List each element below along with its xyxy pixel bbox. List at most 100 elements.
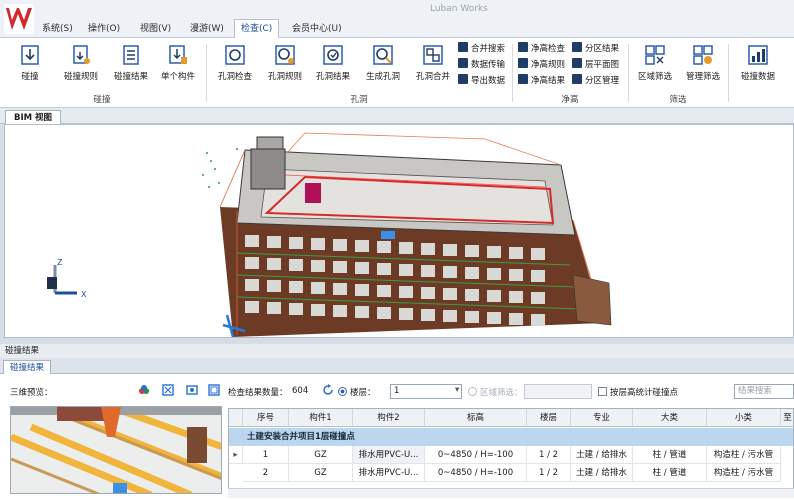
manage-filter-button[interactable]: 管理筛选 <box>682 44 724 82</box>
merge-search-button[interactable]: 合并搜索 <box>458 42 505 56</box>
floor-select[interactable]: 1 <box>390 384 462 399</box>
menu-tab-system[interactable]: 系统(S) <box>36 20 79 38</box>
clash-rules-button[interactable]: 碰撞规则 <box>58 44 104 82</box>
single-component-icon <box>169 45 187 64</box>
clearance-check-button[interactable]: 净高检查 <box>518 42 565 56</box>
ribbon: 碰撞 碰撞规则 碰撞结果 单个构件 碰撞 孔洞检查 孔洞规则 孔洞结果 生成孔洞… <box>0 38 794 108</box>
clash-group-label: 碰撞 <box>93 95 111 105</box>
clash-results-table: 序号 构件1 构件2 标高 楼层 专业 大类 小类 至 土建安装合并项目1层碰撞… <box>228 408 794 498</box>
generate-hole-button[interactable]: 生成孔洞 <box>362 44 404 82</box>
divider <box>512 44 513 102</box>
menu-tab-operation[interactable]: 操作(O) <box>82 20 126 38</box>
clash-data-button[interactable]: 碰撞数据 <box>736 44 780 82</box>
cell-component1: GZ <box>289 446 353 464</box>
tab-bim-view[interactable]: BIM 视图 <box>5 110 62 124</box>
row-indicator-header <box>229 409 243 427</box>
bim-viewport[interactable]: Z X <box>4 124 794 338</box>
hole-group-label: 孔洞 <box>350 95 368 105</box>
menu-tab-roam[interactable]: 漫游(W) <box>184 20 230 38</box>
clash-marker <box>381 231 395 239</box>
cell-component2: 排水用PVC-U... <box>353 446 425 464</box>
column-header[interactable]: 序号 <box>243 409 289 427</box>
hole-rules-button[interactable]: 孔洞规则 <box>264 44 306 82</box>
data-transfer-icon <box>458 58 468 68</box>
column-header[interactable]: 大类 <box>633 409 707 427</box>
hole-results-button[interactable]: 孔洞结果 <box>312 44 354 82</box>
zone-management-button[interactable]: 分区管理 <box>572 74 619 88</box>
column-header[interactable]: 构件2 <box>353 409 425 427</box>
result-search-input[interactable]: 结果搜索 <box>734 384 794 399</box>
cell-floor: 1 / 2 <box>527 464 571 482</box>
hole-check-button[interactable]: 孔洞检查 <box>214 44 256 82</box>
clearance-results-button[interactable]: 净高结果 <box>518 74 565 88</box>
three-d-preview[interactable] <box>10 406 222 494</box>
floor-stat-checkbox[interactable] <box>598 387 607 396</box>
result-filter-bar: 三维预览： 检查结果数量： 604 楼层： 1 ▾ 区域筛选： 按层高统计碰撞点… <box>0 378 794 406</box>
floor-filter-option[interactable]: 楼层： <box>338 386 376 398</box>
single-component-button[interactable]: 单个构件 <box>158 44 198 82</box>
refresh-icon[interactable] <box>322 384 334 396</box>
floor-plan-button[interactable]: 层平面图 <box>572 58 619 72</box>
view-tab-strip: BIM 视图 <box>0 108 794 124</box>
cell-discipline: 土建 / 给排水 <box>571 446 633 464</box>
menu-tab-check[interactable]: 检查(C) <box>234 19 280 39</box>
preview-label: 三维预览： <box>10 388 53 398</box>
side-wing <box>572 274 612 326</box>
floor-stat-option[interactable]: 按层高统计碰撞点 <box>598 386 678 398</box>
column-header[interactable]: 专业 <box>571 409 633 427</box>
column-header[interactable]: 标高 <box>425 409 527 427</box>
point-cloud <box>202 148 238 188</box>
cell-elevation: 0~4850 / H=-100 <box>425 464 527 482</box>
data-transfer-button[interactable]: 数据传输 <box>458 58 505 72</box>
axis-z-label: Z <box>57 258 63 267</box>
preview-render <box>11 407 221 493</box>
zone-results-icon <box>572 42 582 52</box>
export-data-icon <box>458 74 468 84</box>
zone-management-icon <box>572 74 582 84</box>
zone-radio[interactable] <box>468 387 477 396</box>
zone-select <box>524 384 592 399</box>
generate-hole-icon <box>373 45 393 65</box>
chevron-down-icon: ▾ <box>455 385 460 395</box>
result-count-label: 检查结果数量： <box>228 388 288 398</box>
color-mode-icon[interactable] <box>138 384 150 396</box>
merge-search-icon <box>458 42 468 52</box>
zone-filter-option[interactable]: 区域筛选： <box>468 386 523 398</box>
divider <box>628 44 629 102</box>
app-title: Luban Works <box>430 4 488 14</box>
manage-filter-icon <box>693 45 713 65</box>
title-bar: Luban Works 系统(S) 操作(O) 视图(V) 漫游(W) 检查(C… <box>0 0 794 39</box>
group-row[interactable]: 土建安装合并项目1层碰撞点 <box>229 428 793 446</box>
zoom-fit-icon[interactable] <box>162 384 174 396</box>
column-header[interactable]: 楼层 <box>527 409 571 427</box>
window-icon[interactable] <box>208 384 220 396</box>
column-header[interactable]: 构件1 <box>289 409 353 427</box>
clash-results-button[interactable]: 碰撞结果 <box>108 44 154 82</box>
app-logo-icon <box>4 4 34 34</box>
export-data-button[interactable]: 导出数据 <box>458 74 505 88</box>
bim-model-render: Z X <box>47 132 612 337</box>
column-header[interactable]: 小类 <box>707 409 781 427</box>
hole-rules-icon <box>275 45 295 65</box>
floor-plan-icon <box>572 58 582 68</box>
cell-index: 1 <box>243 446 289 464</box>
menu-tab-member[interactable]: 会员中心(U) <box>286 20 348 38</box>
cell-floor: 1 / 2 <box>527 446 571 464</box>
roof-equipment <box>305 183 321 203</box>
cell-category: 柱 / 管道 <box>633 464 707 482</box>
hole-merge-icon <box>423 45 443 65</box>
horizontal-scrollbar[interactable] <box>228 488 794 498</box>
floor-radio[interactable] <box>338 387 347 396</box>
zone-results-button[interactable]: 分区结果 <box>572 42 619 56</box>
camera-icon[interactable] <box>186 384 198 396</box>
tab-clash-results[interactable]: 碰撞结果 <box>3 360 52 374</box>
clearance-rules-button[interactable]: 净高规则 <box>518 58 565 72</box>
divider <box>206 44 207 102</box>
menu-tab-view[interactable]: 视图(V) <box>134 20 177 38</box>
clearance-check-icon <box>518 42 528 52</box>
zone-filter-button[interactable]: 区域筛选 <box>634 44 676 82</box>
column-header[interactable]: 至 <box>781 409 793 427</box>
hole-merge-button[interactable]: 孔洞合并 <box>412 44 454 82</box>
clash-button[interactable]: 碰撞 <box>12 44 48 82</box>
cell-subcategory: 构造柱 / 污水管 <box>707 446 781 464</box>
